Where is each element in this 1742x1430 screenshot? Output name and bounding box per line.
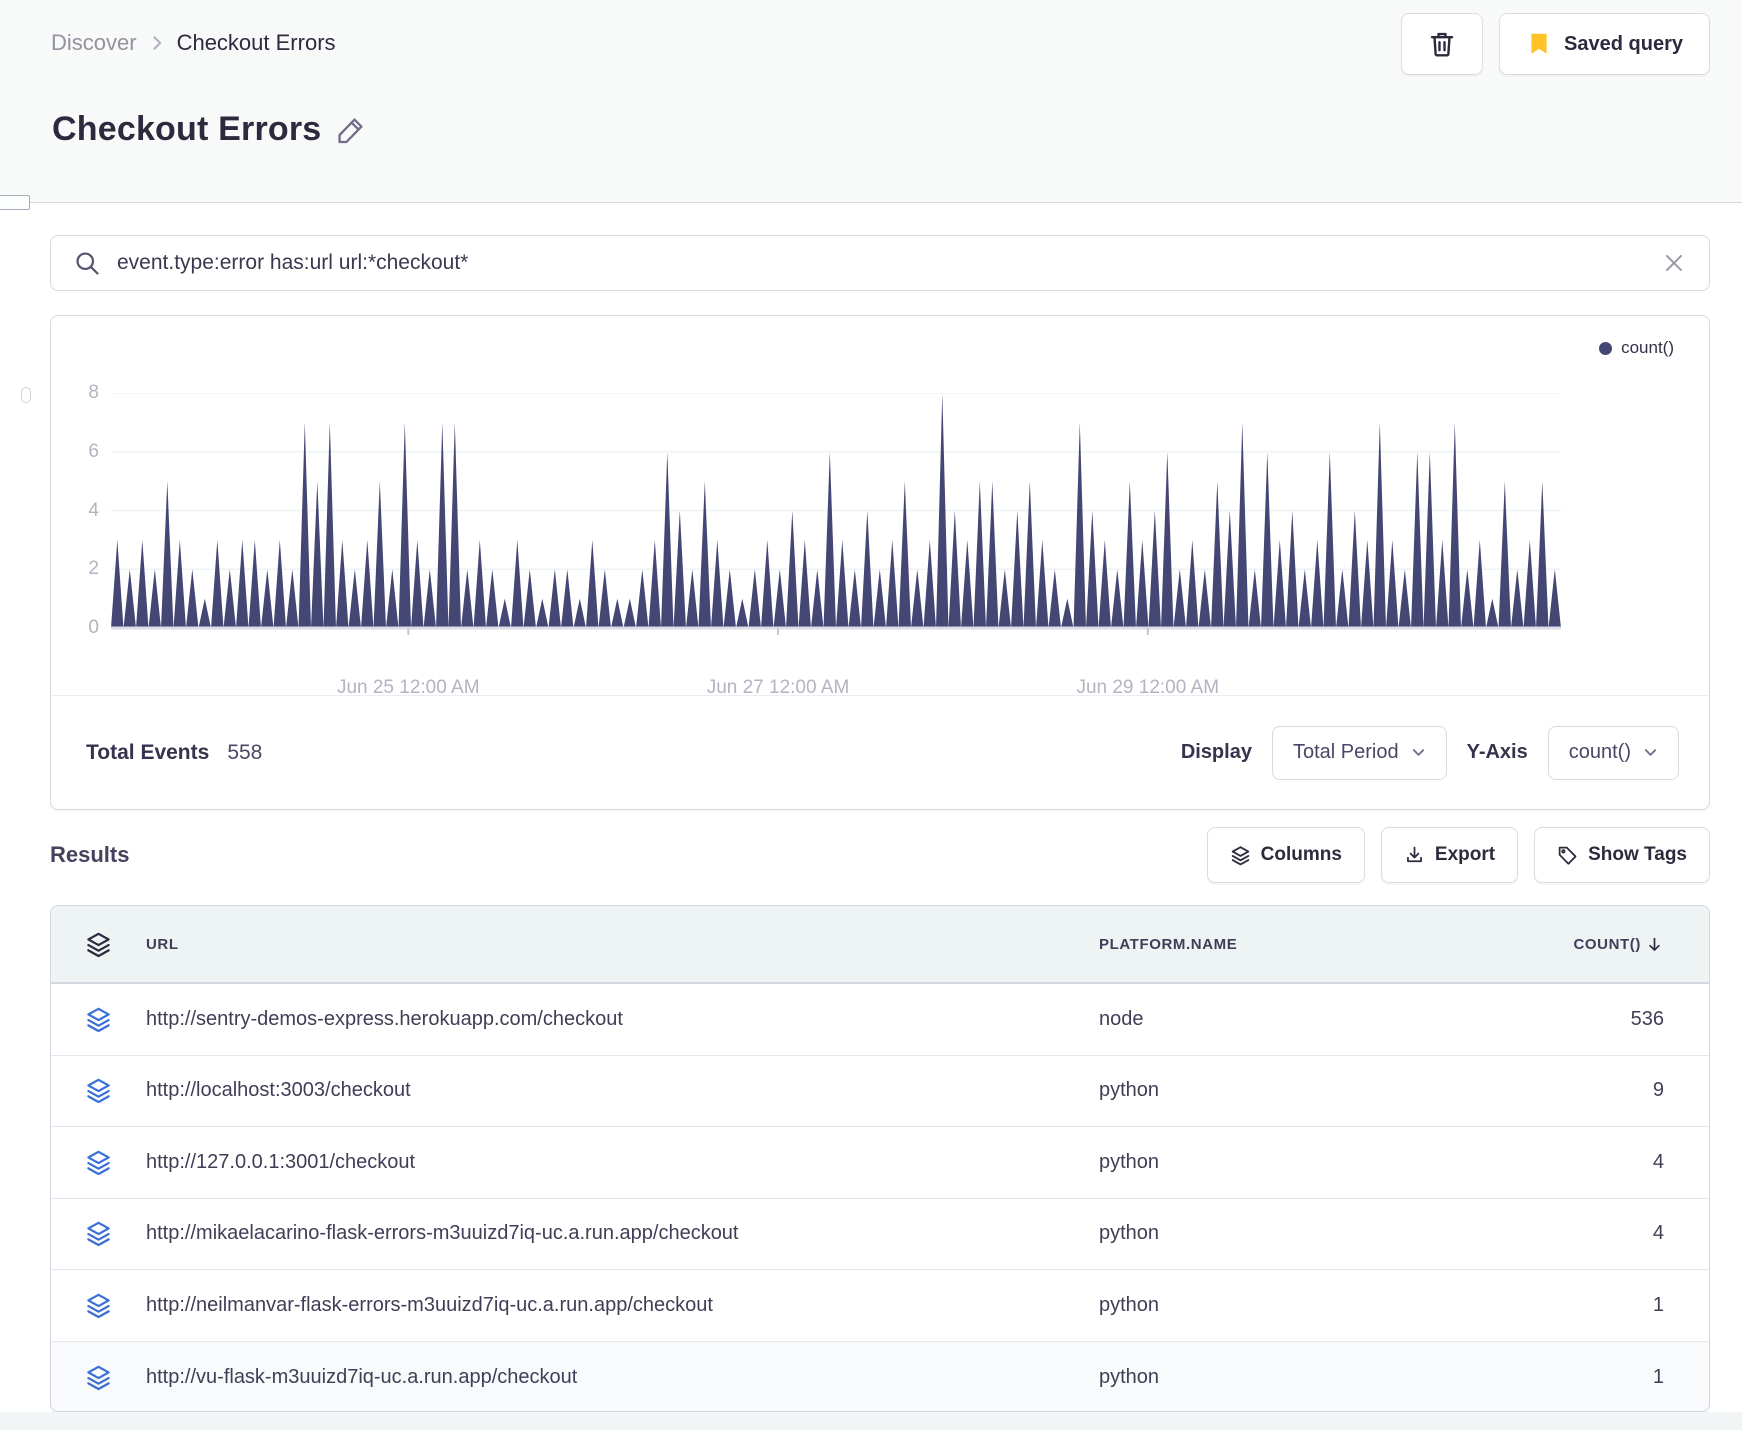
export-button[interactable]: Export bbox=[1380, 827, 1519, 883]
chart-controls: Display Total Period Y-Axis count() bbox=[1180, 725, 1679, 780]
results-header: Results Columns Export Show Tags bbox=[50, 827, 1710, 883]
download-icon bbox=[1404, 845, 1425, 866]
header-count[interactable]: COUNT() bbox=[1529, 935, 1709, 954]
header-divider bbox=[0, 202, 1742, 203]
panel-resize-handle[interactable] bbox=[21, 387, 31, 403]
cell-url[interactable]: http://neilmanvar-flask-errors-m3uuizd7i… bbox=[146, 1294, 1099, 1317]
tag-icon bbox=[1557, 845, 1578, 866]
table-row[interactable]: http://vu-flask-m3uuizd7iq-uc.a.run.app/… bbox=[51, 1341, 1709, 1411]
search-icon bbox=[73, 249, 101, 277]
cell-url[interactable]: http://localhost:3003/checkout bbox=[146, 1079, 1099, 1102]
cell-platform[interactable]: python bbox=[1099, 1366, 1529, 1389]
clear-search-icon[interactable] bbox=[1661, 250, 1687, 276]
chart-footer: Total Events 558 Display Total Period Y-… bbox=[51, 696, 1709, 809]
results-table: URL PLATFORM.NAME COUNT() http://sentry-… bbox=[50, 905, 1710, 1412]
cell-platform[interactable]: python bbox=[1099, 1079, 1529, 1102]
table-row[interactable]: http://127.0.0.1:3001/checkout python 4 bbox=[51, 1127, 1709, 1199]
cell-url[interactable]: http://sentry-demos-express.herokuapp.co… bbox=[146, 1008, 1099, 1031]
open-stack-icon[interactable] bbox=[85, 1006, 112, 1033]
edit-title-pencil-icon[interactable] bbox=[335, 114, 367, 146]
stack-icon bbox=[85, 931, 112, 958]
y-axis-dropdown[interactable]: count() bbox=[1547, 725, 1679, 780]
open-stack-icon[interactable] bbox=[85, 1149, 112, 1176]
breadcrumb: Discover Checkout Errors bbox=[51, 30, 336, 56]
cell-url[interactable]: http://mikaelacarino-flask-errors-m3uuiz… bbox=[146, 1222, 1099, 1245]
y-axis-dropdown-value: count() bbox=[1568, 741, 1631, 763]
y-tick-6: 6 bbox=[88, 440, 99, 462]
search-input[interactable] bbox=[117, 251, 1645, 275]
sort-desc-arrow-icon bbox=[1645, 935, 1664, 954]
display-dropdown[interactable]: Total Period bbox=[1271, 725, 1447, 780]
y-tick-2: 2 bbox=[88, 558, 99, 580]
header-stack-icon-cell bbox=[51, 931, 146, 958]
legend-label: count() bbox=[1621, 338, 1674, 357]
cell-count[interactable]: 4 bbox=[1529, 1151, 1709, 1174]
open-stack-icon[interactable] bbox=[85, 1364, 112, 1391]
cell-url[interactable]: http://127.0.0.1:3001/checkout bbox=[146, 1151, 1099, 1174]
page-title-row: Checkout Errors bbox=[52, 110, 367, 149]
bookmark-icon bbox=[1526, 31, 1552, 57]
breadcrumb-current: Checkout Errors bbox=[176, 30, 336, 55]
header-count-label: COUNT() bbox=[1573, 935, 1641, 953]
cell-platform[interactable]: node bbox=[1099, 1008, 1529, 1031]
chevron-right-icon bbox=[147, 33, 167, 53]
chart-plot-area[interactable] bbox=[111, 393, 1561, 636]
search-bar bbox=[50, 235, 1710, 291]
legend-dot bbox=[1599, 341, 1613, 355]
cell-url[interactable]: http://vu-flask-m3uuizd7iq-uc.a.run.app/… bbox=[146, 1366, 1099, 1389]
discover-page: Discover Checkout Errors Saved query Che… bbox=[0, 0, 1742, 1430]
results-heading: Results bbox=[50, 842, 130, 867]
open-stack-icon[interactable] bbox=[85, 1292, 112, 1319]
columns-button-label: Columns bbox=[1260, 844, 1342, 865]
cell-count[interactable]: 1 bbox=[1529, 1366, 1709, 1389]
table-header-row: URL PLATFORM.NAME COUNT() bbox=[51, 906, 1709, 984]
y-tick-8: 8 bbox=[88, 382, 99, 403]
chevron-down-icon bbox=[1411, 745, 1426, 760]
delete-query-button[interactable] bbox=[1401, 13, 1484, 75]
columns-button[interactable]: Columns bbox=[1206, 827, 1365, 883]
export-button-label: Export bbox=[1434, 844, 1496, 865]
saved-query-label: Saved query bbox=[1564, 32, 1683, 55]
legend-count[interactable]: count() bbox=[1599, 338, 1674, 358]
table-body: http://sentry-demos-express.herokuapp.co… bbox=[51, 984, 1709, 1411]
open-stack-icon[interactable] bbox=[85, 1220, 112, 1247]
cell-count[interactable]: 4 bbox=[1529, 1222, 1709, 1245]
table-row[interactable]: http://neilmanvar-flask-errors-m3uuizd7i… bbox=[51, 1270, 1709, 1342]
cell-count[interactable]: 536 bbox=[1529, 1008, 1709, 1031]
page-title: Checkout Errors bbox=[52, 110, 322, 148]
table-row[interactable]: http://localhost:3003/checkout python 9 bbox=[51, 1056, 1709, 1127]
stack-icon bbox=[1230, 845, 1251, 866]
display-dropdown-value: Total Period bbox=[1292, 741, 1399, 763]
show-tags-button[interactable]: Show Tags bbox=[1534, 827, 1710, 883]
header-actions: Saved query bbox=[1401, 13, 1710, 75]
total-events-label: Total Events bbox=[86, 740, 210, 764]
cell-platform[interactable]: python bbox=[1099, 1222, 1529, 1245]
table-row[interactable]: http://sentry-demos-express.herokuapp.co… bbox=[51, 984, 1709, 1056]
total-events: Total Events 558 bbox=[86, 741, 262, 765]
y-axis-label: Y-Axis bbox=[1466, 741, 1528, 763]
breadcrumb-discover-link[interactable]: Discover bbox=[51, 30, 137, 56]
total-events-value: 558 bbox=[227, 740, 263, 764]
sidebar-collapse-handle[interactable] bbox=[0, 195, 30, 210]
cell-platform[interactable]: python bbox=[1099, 1151, 1529, 1174]
open-stack-icon[interactable] bbox=[85, 1077, 112, 1104]
show-tags-button-label: Show Tags bbox=[1588, 844, 1687, 865]
header-url[interactable]: URL bbox=[146, 936, 1099, 953]
table-row[interactable]: http://mikaelacarino-flask-errors-m3uuiz… bbox=[51, 1199, 1709, 1270]
display-label: Display bbox=[1180, 741, 1252, 763]
page-bottom-background bbox=[0, 1412, 1742, 1430]
cell-count[interactable]: 9 bbox=[1529, 1079, 1709, 1102]
trash-icon bbox=[1427, 29, 1457, 59]
results-actions: Columns Export Show Tags bbox=[1206, 827, 1710, 883]
y-tick-0: 0 bbox=[88, 617, 99, 638]
saved-query-button[interactable]: Saved query bbox=[1499, 13, 1710, 75]
header-platform-name[interactable]: PLATFORM.NAME bbox=[1099, 936, 1529, 953]
y-tick-4: 4 bbox=[88, 499, 99, 521]
events-chart-panel: count() 8 6 4 2 0 Jun 25 12:00 AM Jun 27… bbox=[50, 315, 1710, 810]
cell-count[interactable]: 1 bbox=[1529, 1294, 1709, 1317]
cell-platform[interactable]: python bbox=[1099, 1294, 1529, 1317]
chevron-down-icon bbox=[1643, 745, 1658, 760]
